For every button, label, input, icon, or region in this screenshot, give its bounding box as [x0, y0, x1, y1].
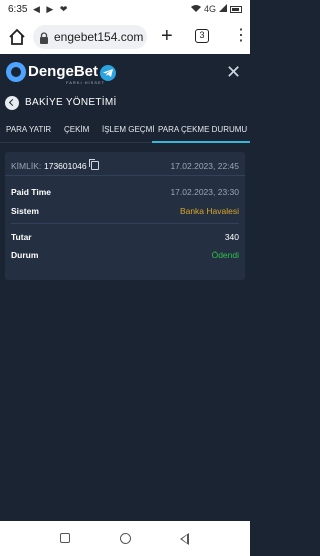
copy-icon[interactable] — [89, 159, 99, 170]
system-icons: 4G — [190, 4, 242, 14]
status-label: Durum — [11, 250, 39, 260]
record-date: 17.02.2023, 22:45 — [170, 161, 239, 171]
new-tab-icon[interactable]: + — [161, 26, 173, 46]
tab-para-yatir[interactable]: PARA YATIR — [6, 125, 51, 134]
system-nav-bar — [0, 521, 250, 556]
page-title-row: BAKİYE YÖNETİMİ — [0, 92, 250, 116]
status-time: 6:35 — [8, 4, 28, 15]
battery-icon — [230, 5, 242, 13]
wifi-icon — [190, 4, 201, 14]
logo-icon — [6, 62, 26, 82]
tab-para-cekme-durumu[interactable]: PARA ÇEKME DURUMU — [158, 125, 247, 134]
logo-text[interactable]: DengeBet — [28, 63, 98, 80]
withdrawal-card: KİMLİK: 173601046 17.02.2023, 22:45 Paid… — [5, 152, 245, 280]
system-value: Banka Havalesi — [179, 206, 239, 216]
notification-icons: ◀ ▶ ❤ — [33, 4, 70, 14]
address-bar[interactable]: engebet154.com — [33, 25, 147, 49]
balance-tabs: PARA YATIR ÇEKİM İŞLEM GEÇMİ PARA ÇEKME … — [0, 119, 250, 143]
id-label: KİMLİK: — [11, 161, 42, 171]
system-label: Sistem — [11, 206, 39, 216]
lock-icon — [39, 31, 49, 44]
page-title: BAKİYE YÖNETİMİ — [25, 97, 117, 108]
amount-label: Tutar — [11, 232, 32, 242]
back-icon[interactable] — [5, 96, 19, 110]
card-header: KİMLİK: 173601046 17.02.2023, 22:45 — [5, 152, 245, 176]
active-tab-indicator — [152, 141, 250, 143]
url-text: engebet154.com — [54, 30, 144, 44]
tab-switcher-button[interactable]: 3 — [195, 29, 209, 43]
paid-time-value: 17.02.2023, 23:30 — [170, 187, 239, 197]
amount-value: 340 — [224, 232, 239, 242]
home-nav-icon[interactable] — [120, 533, 131, 544]
row-divider — [11, 223, 239, 224]
back-nav-icon[interactable] — [180, 533, 189, 545]
recents-icon[interactable] — [60, 533, 70, 543]
browser-toolbar: engebet154.com + 3 ⋮ — [0, 20, 250, 54]
signal-icon — [219, 4, 227, 14]
tab-cekim[interactable]: ÇEKİM — [64, 125, 89, 134]
logo-tagline: FARKI HİSSET — [66, 80, 106, 85]
paid-time-label: Paid Time — [11, 187, 51, 197]
close-icon[interactable]: ✕ — [226, 63, 241, 81]
signal-label: 4G — [203, 4, 216, 14]
telegram-icon[interactable] — [100, 65, 116, 81]
status-value: Ödendi — [211, 250, 239, 260]
tab-islem-gecmi[interactable]: İŞLEM GEÇMİ — [102, 125, 154, 134]
site-header: DengeBet FARKI HİSSET ✕ — [0, 54, 250, 92]
overflow-menu-icon[interactable]: ⋮ — [233, 28, 249, 44]
home-icon[interactable] — [8, 28, 26, 46]
id-value: 173601046 — [44, 161, 87, 171]
status-bar: 6:35 ◀ ▶ ❤ 4G — [0, 0, 250, 20]
